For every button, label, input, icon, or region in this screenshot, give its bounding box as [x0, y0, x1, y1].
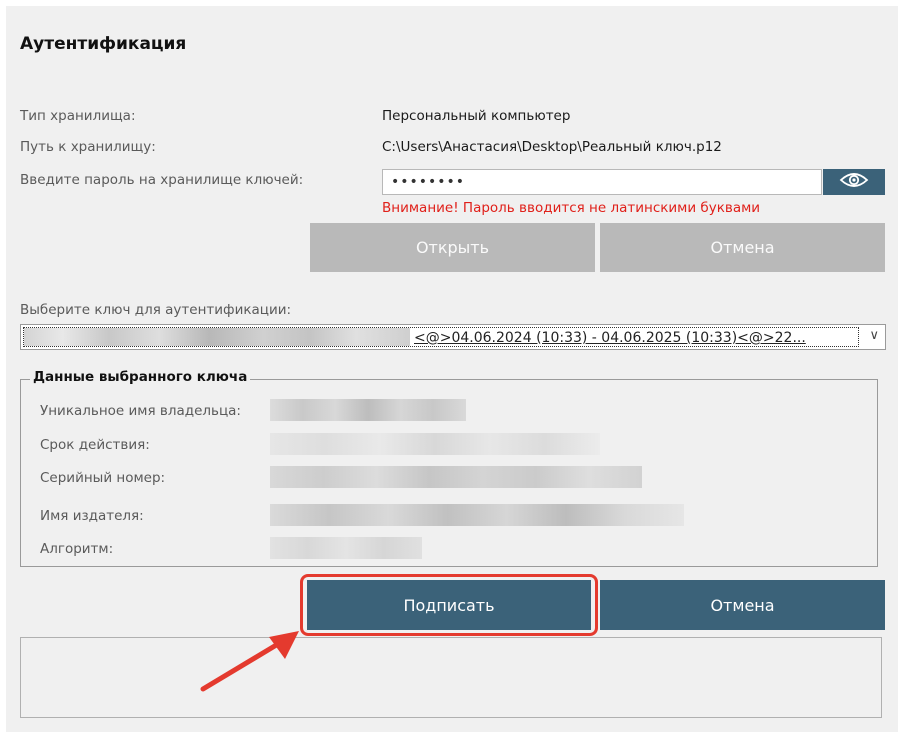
storage-cancel-button[interactable]: Отмена: [600, 223, 885, 272]
validity-value-redacted: [270, 433, 600, 455]
dialog-title: Аутентификация: [20, 34, 187, 54]
key-select[interactable]: <@>04.06.2024 (10:33) - 04.06.2025 (10:3…: [20, 324, 886, 350]
redacted-owner-text: [24, 328, 410, 346]
storage-type-value: Персональный компьютер: [382, 108, 571, 124]
key-select-text: <@>04.06.2024 (10:33) - 04.06.2025 (10:3…: [414, 330, 806, 346]
validity-label: Срок действия:: [40, 437, 150, 453]
key-select-value: <@>04.06.2024 (10:33) - 04.06.2025 (10:3…: [23, 327, 859, 347]
owner-value-redacted: [270, 399, 466, 421]
issuer-label: Имя издателя:: [40, 508, 144, 524]
storage-path-label: Путь к хранилищу:: [20, 139, 156, 155]
serial-label: Серийный номер:: [40, 470, 166, 486]
issuer-value-redacted: [270, 504, 684, 526]
storage-type-label: Тип хранилища:: [20, 108, 136, 124]
chevron-down-icon[interactable]: ∨: [869, 328, 879, 343]
cancel-button[interactable]: Отмена: [600, 580, 885, 630]
eye-icon: [839, 171, 869, 193]
password-label: Введите пароль на хранилище ключей:: [20, 172, 304, 188]
show-password-button[interactable]: [823, 169, 885, 195]
algorithm-value-redacted: [270, 537, 422, 559]
message-area: [20, 637, 882, 718]
password-input[interactable]: ••••••••: [382, 169, 822, 195]
open-button[interactable]: Открыть: [310, 223, 595, 272]
arrow-icon: [200, 631, 299, 692]
password-warning: Внимание! Пароль вводится не латинскими …: [382, 200, 761, 216]
serial-value-redacted: [270, 466, 642, 488]
key-select-label: Выберите ключ для аутентификации:: [20, 302, 292, 318]
owner-label: Уникальное имя владельца:: [40, 403, 241, 419]
key-details-legend: Данные выбранного ключа: [30, 369, 251, 385]
algorithm-label: Алгоритм:: [40, 541, 114, 557]
storage-path-value: C:\Users\Анастасия\Desktop\Реальный ключ…: [382, 139, 722, 155]
sign-button-highlight: [300, 574, 598, 636]
